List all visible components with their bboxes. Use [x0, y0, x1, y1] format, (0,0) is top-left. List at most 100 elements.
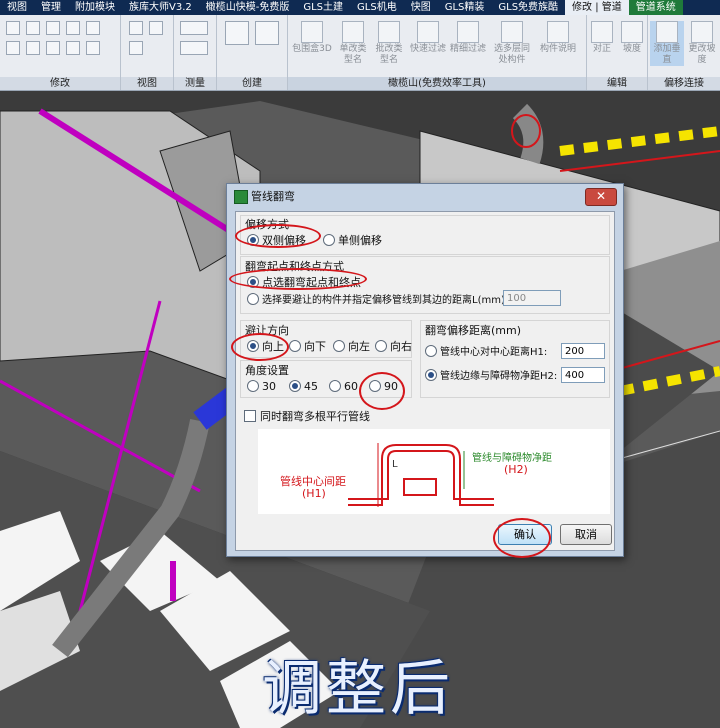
justify-button[interactable]: 对正 — [587, 21, 617, 55]
offset-mode-group: 偏移方式 双侧偏移 单侧偏移 — [240, 215, 610, 255]
split-icon[interactable] — [46, 41, 60, 55]
tab-gls-civil[interactable]: GLS土建 — [296, 0, 350, 15]
confirm-button[interactable]: 确认 — [498, 524, 552, 545]
copy-icon[interactable] — [86, 21, 100, 35]
delete-icon[interactable] — [86, 41, 100, 55]
panel-label-offset-connect: 偏移连接 — [648, 77, 720, 90]
dialog-body: 偏移方式 双侧偏移 单侧偏移 翻弯起点和终点方式 点选翻弯起点和终点 选择要避让… — [235, 211, 615, 551]
bend-diagram: 管线中心间距 (H1) 管线与障碍物净距 (H2) L — [258, 429, 610, 514]
panel-measure: 测量 — [174, 15, 217, 90]
radio-dot — [425, 345, 437, 357]
h2-field[interactable]: 400 — [561, 367, 605, 383]
panel-modify: 修改 — [0, 15, 121, 90]
dimension-icon[interactable] — [180, 41, 208, 55]
tab-manage[interactable]: 管理 — [34, 0, 68, 15]
radio-down[interactable]: 向下 — [289, 340, 326, 354]
obstacle-distance-field[interactable]: 100 — [503, 290, 561, 306]
radio-dot — [247, 293, 259, 305]
tab-pipe-system[interactable]: 管道系统 — [628, 0, 683, 15]
panel-label-create: 创建 — [217, 77, 287, 90]
start-end-group: 翻弯起点和终点方式 点选翻弯起点和终点 选择要避让的构件并指定偏移管线到其边的距… — [240, 256, 610, 314]
angle-title: 角度设置 — [245, 364, 289, 377]
panel-gls-tools: 包围盒3D 单改类型名 批改类型名 快速过滤 精细过滤 选多层同处构件 构件说明… — [288, 15, 587, 90]
radio-dot — [375, 340, 387, 352]
radio-angle-30[interactable]: 30 — [247, 380, 276, 394]
checkbox-box — [244, 410, 256, 422]
panel-edit: 对正 坡度 编辑 — [587, 15, 648, 90]
dialog-title-bar[interactable]: 管线翻弯 ✕ — [227, 184, 623, 209]
justify-icon — [591, 21, 613, 43]
radio-dot — [425, 369, 437, 381]
component-desc-button[interactable]: 构件说明 — [536, 21, 580, 55]
radio-double-offset[interactable]: 双侧偏移 — [247, 234, 306, 248]
tab-modify-pipe[interactable]: 修改 | 管道 — [565, 0, 629, 15]
tab-gls-quickmodel[interactable]: 橄榄山快模-免费版 — [199, 0, 297, 15]
move-icon[interactable] — [66, 21, 80, 35]
radio-dot — [289, 380, 301, 392]
radio-angle-60[interactable]: 60 — [329, 380, 358, 394]
offset-icon[interactable] — [26, 21, 40, 35]
create-part-icon[interactable] — [225, 21, 249, 45]
radio-dot — [333, 340, 345, 352]
radio-select-obstacle[interactable]: 选择要避让的构件并指定偏移管线到其边的距离L(mm): — [247, 293, 508, 307]
paint-icon[interactable] — [129, 41, 143, 55]
change-slope-button[interactable]: 更改坡度 — [685, 21, 719, 66]
multi-layer-button[interactable]: 选多层同处构件 — [490, 21, 534, 66]
panel-view: 视图 — [121, 15, 174, 90]
bend-distance-group: 翻弯偏移距离(mm) 管线中心对中心距离H1: 200 管线边缘与障碍物净距H2… — [420, 320, 610, 398]
align-icon[interactable] — [6, 21, 20, 35]
bend-distance-title: 翻弯偏移距离(mm) — [425, 324, 522, 337]
direction-title: 避让方向 — [245, 324, 289, 337]
radio-right[interactable]: 向右 — [375, 340, 412, 354]
radio-center-distance[interactable]: 管线中心对中心距离H1: — [425, 345, 547, 359]
batch-type-button[interactable]: 批改类型名 — [372, 21, 406, 66]
radio-single-offset[interactable]: 单侧偏移 — [323, 234, 382, 248]
start-end-title: 翻弯起点和终点方式 — [245, 260, 344, 273]
add-vertical-icon — [656, 21, 678, 43]
cancel-button[interactable]: 取消 — [560, 524, 612, 545]
pipe-bend-dialog: 管线翻弯 ✕ 偏移方式 双侧偏移 单侧偏移 翻弯起点和终点方式 点选翻弯起点和终… — [226, 183, 624, 558]
radio-dot — [289, 340, 301, 352]
tab-gls-mep[interactable]: GLS机电 — [350, 0, 404, 15]
change-slope-icon — [691, 21, 713, 43]
radio-left[interactable]: 向左 — [333, 340, 370, 354]
radio-dot — [323, 234, 335, 246]
tab-gls-family[interactable]: GLS免费族酷 — [491, 0, 565, 15]
tab-family-master[interactable]: 族库大师V3.2 — [122, 0, 199, 15]
info-icon — [547, 21, 569, 43]
tab-quick-drawing[interactable]: 快图 — [404, 0, 438, 15]
h1-field[interactable]: 200 — [561, 343, 605, 359]
tab-addins[interactable]: 附加模块 — [68, 0, 122, 15]
single-type-button[interactable]: 单改类型名 — [336, 21, 370, 66]
trim-icon[interactable] — [26, 41, 40, 55]
layers-icon — [501, 21, 523, 43]
radio-pick-points[interactable]: 点选翻弯起点和终点 — [247, 276, 361, 290]
bbox3d-button[interactable]: 包围盒3D — [290, 21, 334, 55]
angle-group: 角度设置 30 45 60 90 — [240, 360, 412, 398]
close-button[interactable]: ✕ — [585, 188, 617, 206]
rotate-icon[interactable] — [6, 41, 20, 55]
radio-up[interactable]: 向上 — [247, 340, 284, 354]
override-icon[interactable] — [149, 21, 163, 35]
panel-label-measure: 测量 — [174, 77, 216, 90]
multi-pipe-checkbox[interactable]: 同时翻弯多根平行管线 — [244, 410, 370, 424]
fine-filter-button[interactable]: 精细过滤 — [448, 21, 488, 55]
quick-filter-button[interactable]: 快速过滤 — [408, 21, 448, 55]
offset-mode-title: 偏移方式 — [245, 218, 289, 231]
radio-edge-clearance[interactable]: 管线边缘与障碍物净距H2: — [425, 369, 557, 383]
add-vertical-button[interactable]: 添加垂直 — [650, 21, 684, 66]
panel-offset-connect: 添加垂直 更改坡度 偏移连接 — [648, 15, 720, 90]
tab-view[interactable]: 视图 — [0, 0, 34, 15]
bend-diagram-drawing — [348, 443, 494, 507]
slope-button[interactable]: 坡度 — [617, 21, 647, 55]
measure-icon[interactable] — [180, 21, 208, 35]
hide-icon[interactable] — [129, 21, 143, 35]
tab-gls-finish[interactable]: GLS精装 — [438, 0, 492, 15]
mirror-icon[interactable] — [46, 21, 60, 35]
panel-create: 创建 — [217, 15, 288, 90]
create-group-icon[interactable] — [255, 21, 279, 45]
radio-angle-45[interactable]: 45 — [289, 380, 318, 394]
radio-angle-90[interactable]: 90 — [369, 380, 398, 394]
diagram-l-label: L — [392, 459, 398, 470]
array-icon[interactable] — [66, 41, 80, 55]
